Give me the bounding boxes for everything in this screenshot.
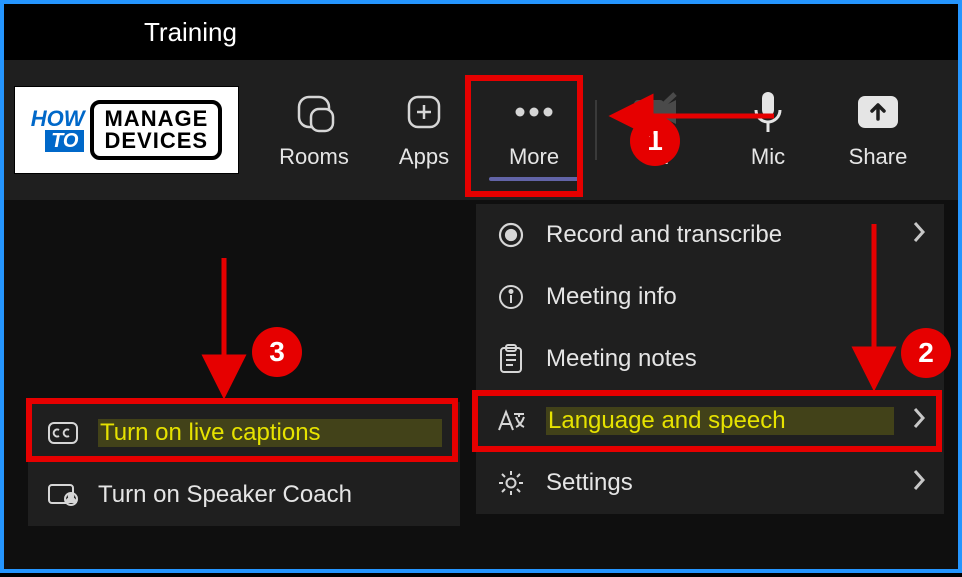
info-icon — [494, 283, 528, 311]
share-icon — [855, 90, 901, 134]
apps-icon — [403, 90, 445, 134]
logo-manage: MANAGE — [104, 108, 208, 130]
chevron-right-icon — [912, 406, 926, 437]
menu-item-info[interactable]: Meeting info — [476, 266, 944, 328]
more-label: More — [509, 144, 559, 170]
camera-button[interactable]: ra — [603, 75, 713, 185]
toolbar-divider — [595, 100, 597, 160]
logo-how: HOW — [31, 108, 85, 130]
rooms-button[interactable]: Rooms — [259, 75, 369, 185]
more-active-indicator — [489, 177, 579, 181]
menu-item-settings[interactable]: Settings — [476, 452, 944, 514]
menu-item-record[interactable]: Record and transcribe — [476, 204, 944, 266]
more-menu: Record and transcribe Meeting info — [476, 204, 944, 514]
chevron-right-icon — [912, 468, 926, 499]
mic-label: Mic — [751, 144, 785, 170]
language-icon — [494, 408, 528, 434]
notes-label: Meeting notes — [546, 345, 926, 373]
menu-item-notes[interactable]: Meeting notes — [476, 328, 944, 390]
notes-icon — [494, 344, 528, 374]
rooms-label: Rooms — [279, 144, 349, 170]
apps-button[interactable]: Apps — [369, 75, 479, 185]
captions-label: Turn on live captions — [98, 419, 442, 447]
captions-icon — [46, 420, 80, 446]
teams-meeting-window: Training HOW TO MANAGE DEVICES Rooms — [0, 0, 962, 573]
menus-area: Record and transcribe Meeting info — [8, 204, 954, 565]
logo-to: TO — [45, 130, 84, 152]
share-button[interactable]: Share — [823, 75, 933, 185]
speaker-coach-label: Turn on Speaker Coach — [98, 481, 442, 509]
logo-devices: DEVICES — [104, 130, 208, 152]
settings-label: Settings — [546, 469, 894, 497]
record-icon — [494, 221, 528, 249]
title-bar: Training — [4, 4, 958, 60]
more-button[interactable]: More — [479, 75, 589, 185]
language-submenu: Turn on live captions Turn on Speaker Co… — [28, 402, 460, 526]
menu-item-language[interactable]: Language and speech — [476, 390, 944, 452]
speaker-coach-icon — [46, 481, 80, 509]
info-label: Meeting info — [546, 283, 926, 311]
record-label: Record and transcribe — [546, 221, 894, 249]
menu-item-speaker-coach[interactable]: Turn on Speaker Coach — [28, 464, 460, 526]
chevron-right-icon — [912, 220, 926, 251]
camera-off-icon — [635, 90, 681, 134]
menu-item-captions[interactable]: Turn on live captions — [28, 402, 460, 464]
settings-icon — [494, 469, 528, 497]
meeting-toolbar: HOW TO MANAGE DEVICES Rooms — [4, 60, 958, 200]
apps-label: Apps — [399, 144, 449, 170]
camera-label: ra — [648, 144, 668, 170]
share-label: Share — [849, 144, 908, 170]
mic-button[interactable]: Mic — [713, 75, 823, 185]
more-icon — [512, 90, 556, 134]
site-logo: HOW TO MANAGE DEVICES — [14, 86, 239, 174]
language-label: Language and speech — [546, 407, 894, 435]
mic-icon — [753, 90, 783, 134]
meeting-title: Training — [144, 17, 237, 48]
rooms-icon — [293, 90, 335, 134]
